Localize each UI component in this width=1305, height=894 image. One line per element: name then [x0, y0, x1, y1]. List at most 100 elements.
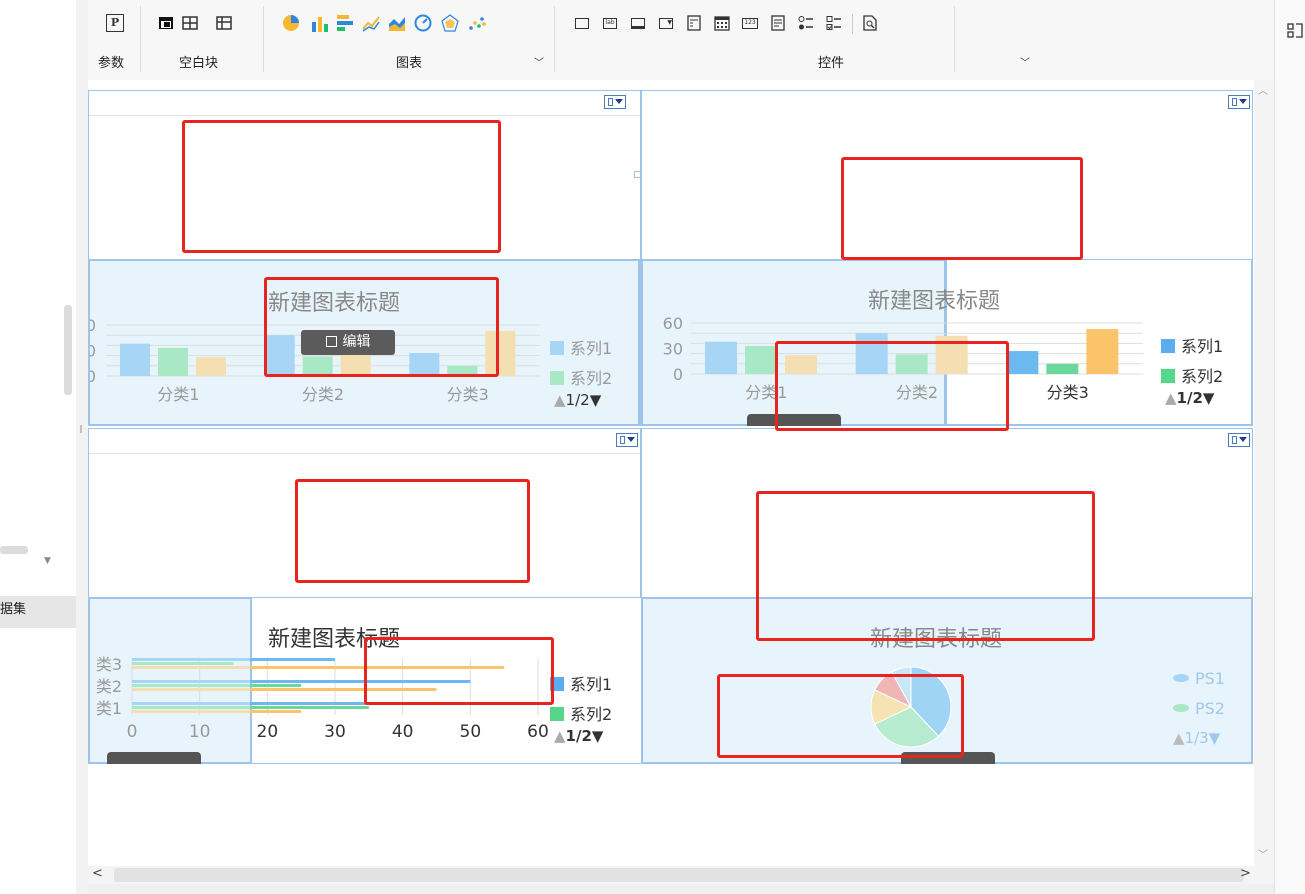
- chevron-down-icon[interactable]: ﹀: [534, 54, 544, 69]
- pager-down-icon[interactable]: ▼: [1203, 389, 1215, 407]
- scroll-left-icon[interactable]: <: [92, 866, 103, 881]
- area-chart-icon[interactable]: [386, 12, 408, 34]
- legend-pager[interactable]: ▲1/2▼: [554, 391, 601, 409]
- radio-icon[interactable]: [795, 12, 817, 34]
- bar-系列3: [132, 710, 250, 713]
- left-panel-scrollbar[interactable]: [64, 305, 72, 395]
- x-tick-label: 0: [127, 722, 138, 742]
- pie-chart-icon[interactable]: [280, 12, 302, 34]
- pager-down-icon[interactable]: ▼: [590, 391, 602, 409]
- x-category-label: 分类1: [157, 385, 199, 404]
- legend-item-series2: 系列2: [550, 365, 612, 389]
- radar-chart-icon[interactable]: [439, 12, 461, 34]
- label-icon[interactable]: lab: [599, 12, 621, 34]
- toolbar-divider: [954, 6, 955, 72]
- canvas-vscrollbar[interactable]: ︿ ﹀: [1254, 80, 1274, 866]
- bar-系列2: [132, 706, 250, 709]
- pager-down-icon[interactable]: ▼: [1209, 729, 1221, 747]
- panel-divider[interactable]: ‖: [76, 0, 88, 894]
- legend-item-ps2: PS2: [1173, 699, 1225, 718]
- bar-系列1: [132, 702, 250, 705]
- split-block-icon[interactable]: [179, 12, 201, 34]
- bar-系列1: [120, 343, 150, 376]
- dataset-panel-header[interactable]: 据集: [0, 596, 76, 628]
- widget-menu-button[interactable]: [604, 95, 626, 109]
- legend-pager[interactable]: ▲1/2▼: [1165, 389, 1214, 407]
- legend-swatch: [550, 341, 564, 355]
- pager-up-icon[interactable]: ▲: [554, 391, 566, 409]
- param-label: 参数: [98, 56, 125, 71]
- right-panel-strip: [1274, 0, 1305, 894]
- button-icon[interactable]: [627, 12, 649, 34]
- control-label: 控件: [818, 56, 845, 71]
- annotation-box: [717, 674, 964, 758]
- blank-block-label: 空白块: [179, 56, 219, 71]
- list-icon[interactable]: [683, 12, 705, 34]
- widget-menu-button[interactable]: [1228, 95, 1250, 109]
- bar-系列1: [250, 702, 369, 705]
- scroll-right-icon[interactable]: >: [1240, 866, 1251, 881]
- line-chart-icon[interactable]: [360, 12, 382, 34]
- y-tick-label: 0: [673, 365, 683, 384]
- legend-swatch: [1161, 369, 1175, 383]
- number-icon[interactable]: 123: [739, 12, 761, 34]
- widget-menu-button[interactable]: [616, 433, 638, 447]
- scroll-down-icon[interactable]: ﹀: [1258, 846, 1268, 861]
- scroll-up-icon[interactable]: ︿: [1258, 82, 1268, 97]
- bar-系列2: [250, 684, 302, 687]
- gauge-chart-icon[interactable]: [412, 12, 434, 34]
- pager-up-icon[interactable]: ▲: [1165, 389, 1177, 407]
- legend-item-series2: 系列2: [550, 701, 612, 725]
- drag-handle-icon: ‖: [79, 424, 83, 433]
- bar-系列2: [1046, 363, 1079, 374]
- pager-up-icon[interactable]: ▲: [554, 727, 566, 745]
- legend-pager[interactable]: ▲1/2▼: [554, 727, 603, 745]
- left-panel-hscrollbar[interactable]: [0, 546, 28, 554]
- pager-up-icon[interactable]: ▲: [1173, 729, 1185, 747]
- annotation-box: [182, 120, 501, 253]
- x-tick-label: 60: [527, 722, 549, 742]
- widget-menu-button[interactable]: [1228, 433, 1250, 447]
- textarea-icon[interactable]: [767, 12, 789, 34]
- widget-titlebar: [89, 429, 640, 454]
- scatter-chart-icon[interactable]: [466, 12, 488, 34]
- preview-icon[interactable]: [859, 12, 881, 34]
- bar-系列2: [132, 662, 234, 665]
- bar-系列2: [132, 684, 250, 687]
- y-tick-label: 30: [663, 340, 683, 359]
- chevron-down-icon[interactable]: ﹀: [1020, 54, 1030, 69]
- left-panel: [0, 0, 76, 894]
- resize-handle[interactable]: [634, 171, 641, 178]
- hscroll-thumb[interactable]: [114, 868, 1244, 882]
- x-tick-label: 20: [257, 722, 279, 742]
- dropdown-icon[interactable]: ▼: [655, 12, 677, 34]
- x-tick-label: 10: [189, 722, 211, 742]
- date-icon[interactable]: [711, 12, 733, 34]
- blank-block-icon[interactable]: [155, 12, 177, 34]
- widget-titlebar: [642, 91, 1252, 115]
- x-category-label: 分类2: [302, 385, 344, 404]
- annotation-box: [295, 479, 530, 583]
- status-bar: [88, 884, 1274, 894]
- param-group: P 参数: [88, 0, 140, 80]
- bar-chart-icon[interactable]: [309, 12, 331, 34]
- legend-swatch: [550, 707, 564, 721]
- collapse-arrow-icon[interactable]: ▼: [44, 556, 51, 566]
- table-block-icon[interactable]: [213, 12, 235, 34]
- legend-pager[interactable]: ▲1/3▼: [1173, 729, 1220, 747]
- parameter-icon[interactable]: P: [104, 12, 126, 34]
- pager-down-icon[interactable]: ▼: [592, 727, 604, 745]
- legend-swatch: [1173, 674, 1189, 682]
- checkbox-icon[interactable]: [823, 12, 845, 34]
- y-category-label: 类3: [96, 655, 122, 674]
- bar-系列1: [705, 341, 737, 374]
- chart-switch-tab[interactable]: [107, 752, 201, 764]
- textbox-icon[interactable]: [571, 12, 593, 34]
- bar-系列3: [132, 688, 250, 691]
- y-tick-label: 0: [88, 367, 96, 386]
- legend-swatch: [550, 371, 564, 385]
- hbar-chart-icon[interactable]: [334, 12, 356, 34]
- bar-系列3: [196, 357, 226, 376]
- legend-item-ps1: PS1: [1173, 669, 1225, 688]
- control-group: lab ▼ 123 控件 ﹀: [555, 0, 1030, 80]
